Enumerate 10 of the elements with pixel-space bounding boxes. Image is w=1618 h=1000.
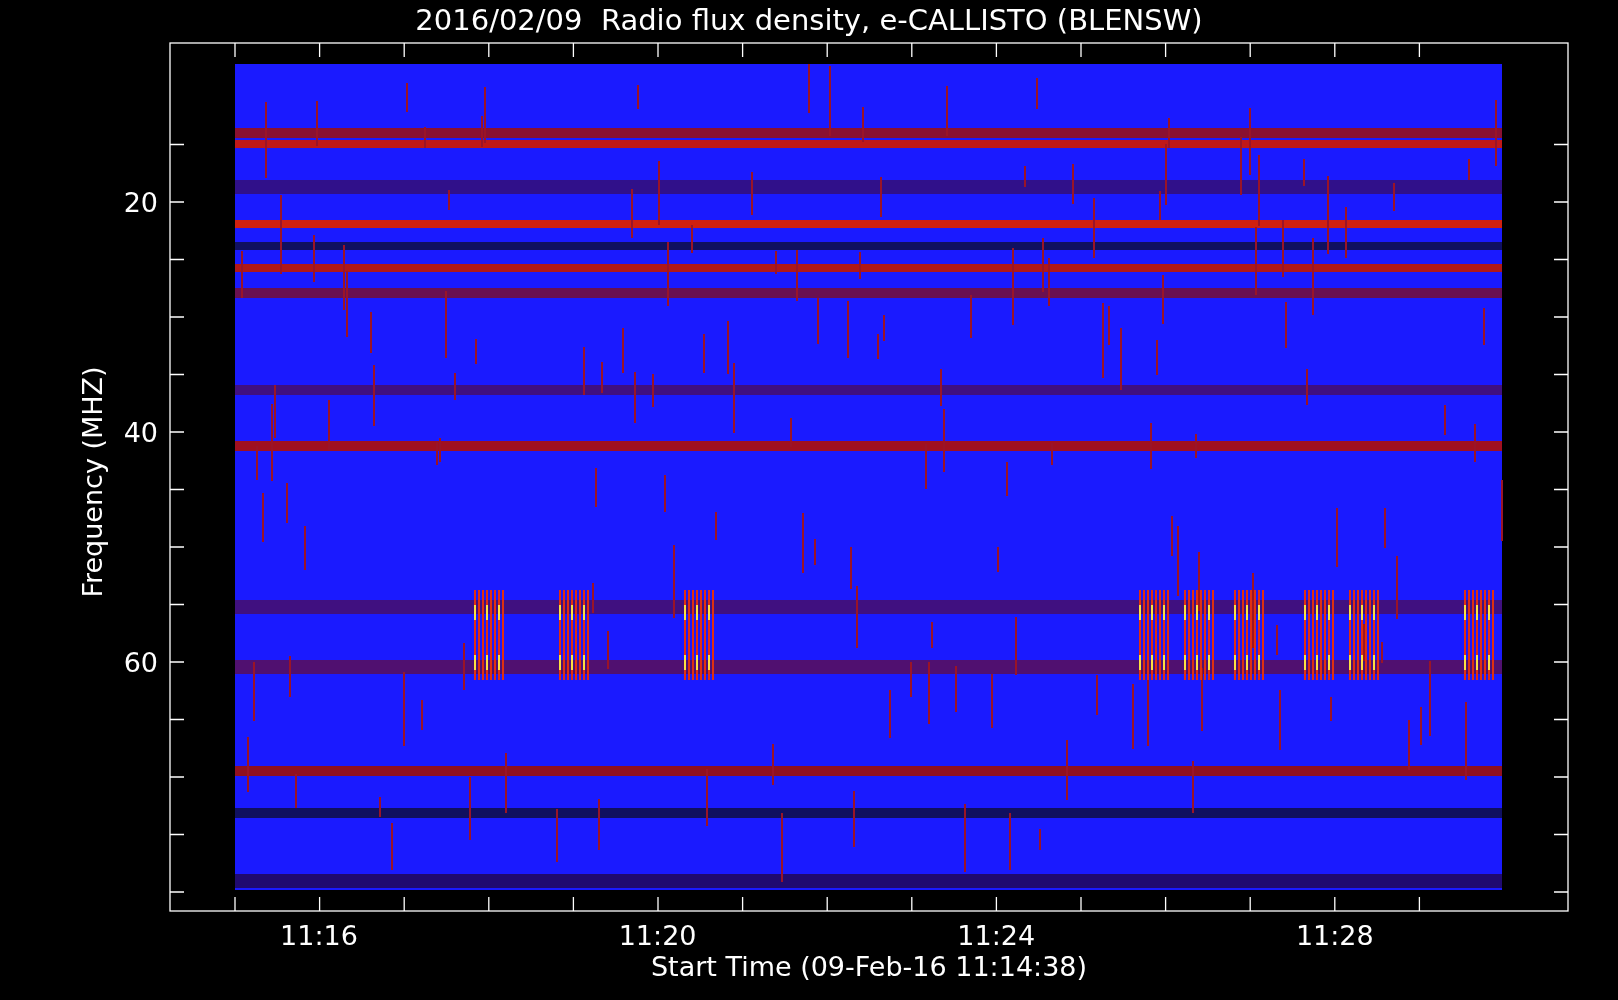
y-axis-title: Frequency (MHZ) (77, 366, 108, 598)
y-tick-label: 20 (123, 187, 158, 218)
y-tick-label: 40 (123, 417, 158, 448)
chart-title: 2016/02/09 Radio flux density, e-CALLISTO (BLENSW) (415, 3, 1203, 37)
x-tick-label: 11:24 (957, 920, 1036, 951)
x-tick-label: 11:16 (280, 920, 358, 951)
x-tick-label: 11:28 (1295, 920, 1374, 951)
y-tick-label: 60 (123, 647, 158, 678)
x-axis-title: Start Time (09-Feb-16 11:14:38) (650, 951, 1088, 982)
x-tick-label: 11:20 (618, 920, 697, 951)
